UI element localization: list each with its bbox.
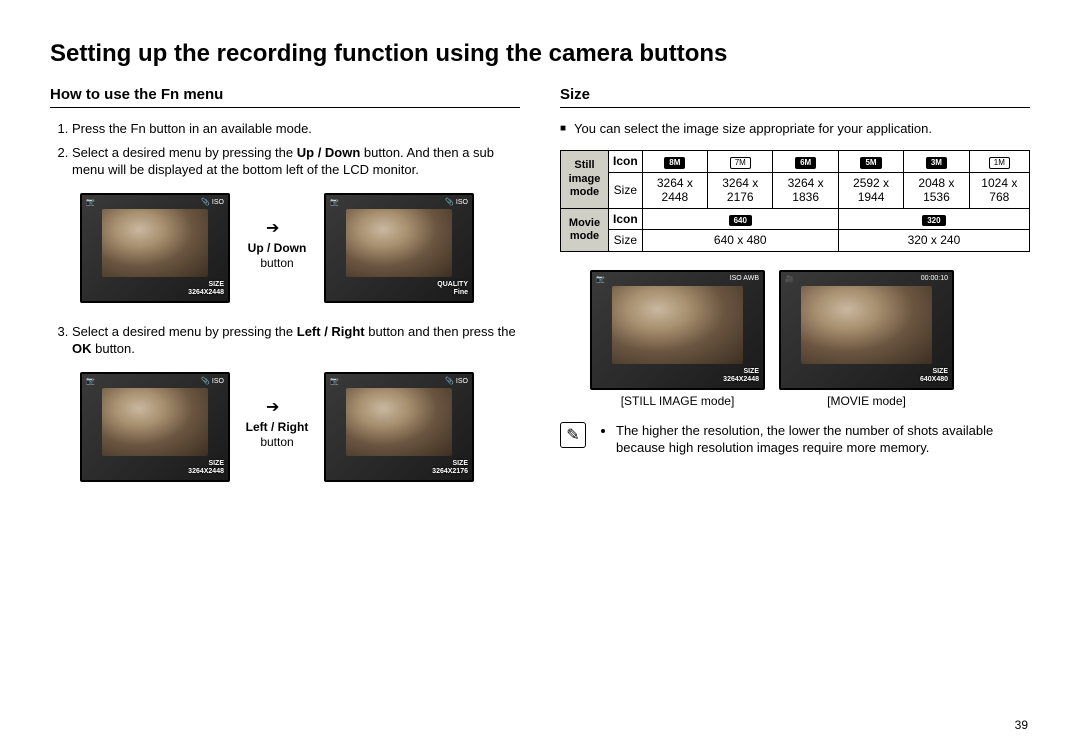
still-size-3: 2592 x 1944 [838, 172, 903, 208]
movie-icon-640: 640 [729, 215, 752, 227]
arrow-right-icon [266, 225, 288, 237]
lcd-preview-3: 📷📎 ISO SIZE3264X2448 [80, 372, 230, 482]
updown-illustration: 📷📎 ISO SIZE3264X2448 Up / Down button 📷📎… [80, 193, 520, 303]
still-size-0: 3264 x 2448 [642, 172, 707, 208]
still-size-1: 3264 x 2176 [708, 172, 773, 208]
movie-size-0: 640 x 480 [642, 230, 838, 251]
icon-label: Icon [609, 150, 643, 172]
mode-previews: 📷ISO AWB SIZE3264X2448 [STILL IMAGE mode… [590, 270, 1030, 408]
arrow-right-icon [266, 404, 288, 416]
size-icon-7m: 7M [730, 157, 751, 169]
lcd-preview-2: 📷📎 ISO QUALITYFine [324, 193, 474, 303]
step-1: Press the Fn button in an available mode… [72, 120, 520, 138]
lcd-preview-4: 📷📎 ISO SIZE3264X2176 [324, 372, 474, 482]
lcd-preview-1: 📷📎 ISO SIZE3264X2448 [80, 193, 230, 303]
note-box: ✎ The higher the resolution, the lower t… [560, 422, 1030, 457]
movie-mode-caption: [MOVIE mode] [779, 394, 954, 408]
still-mode-header: Still image mode [561, 150, 609, 208]
square-bullet-icon: ■ [560, 122, 566, 138]
fn-steps: Press the Fn button in an available mode… [50, 120, 520, 179]
still-size-2: 3264 x 1836 [773, 172, 838, 208]
left-column: How to use the Fn menu Press the Fn butt… [50, 86, 520, 502]
still-mode-caption: [STILL IMAGE mode] [590, 394, 765, 408]
movie-mode-header: Movie mode [561, 208, 609, 251]
page-number: 39 [1015, 718, 1028, 732]
size-intro: ■ You can select the image size appropri… [560, 120, 1030, 138]
step-2: Select a desired menu by pressing the Up… [72, 144, 520, 179]
size-icon-6m: 6M [795, 157, 816, 169]
fn-steps-cont: Select a desired menu by pressing the Le… [50, 323, 520, 358]
leftright-label: Left / Right button [242, 404, 312, 450]
right-column: Size ■ You can select the image size app… [560, 86, 1030, 502]
size-icon-1m: 1M [989, 157, 1010, 169]
still-mode-preview: 📷ISO AWB SIZE3264X2448 [590, 270, 765, 390]
still-size-4: 2048 x 1536 [904, 172, 969, 208]
fn-menu-heading: How to use the Fn menu [50, 86, 520, 108]
movie-size-1: 320 x 240 [838, 230, 1029, 251]
still-size-5: 1024 x 768 [969, 172, 1029, 208]
page-title: Setting up the recording function using … [50, 40, 1030, 68]
size-icon-3m: 3M [926, 157, 947, 169]
step-3: Select a desired menu by pressing the Le… [72, 323, 520, 358]
movie-icon-320: 320 [922, 215, 945, 227]
size-table: Still image mode Icon 8M 7M 6M 5M 3M 1M … [560, 150, 1030, 252]
note-text: The higher the resolution, the lower the… [616, 422, 1030, 457]
leftright-illustration: 📷📎 ISO SIZE3264X2448 Left / Right button… [80, 372, 520, 482]
icon-label-movie: Icon [609, 208, 643, 230]
updown-label: Up / Down button [242, 225, 312, 271]
size-label-movie: Size [609, 230, 643, 251]
movie-mode-preview: 🎥00:00:10 SIZE640X480 [779, 270, 954, 390]
size-heading: Size [560, 86, 1030, 108]
size-label: Size [609, 172, 643, 208]
size-icon-5m: 5M [860, 157, 881, 169]
size-icon-8m: 8M [664, 157, 685, 169]
note-icon: ✎ [560, 422, 586, 448]
